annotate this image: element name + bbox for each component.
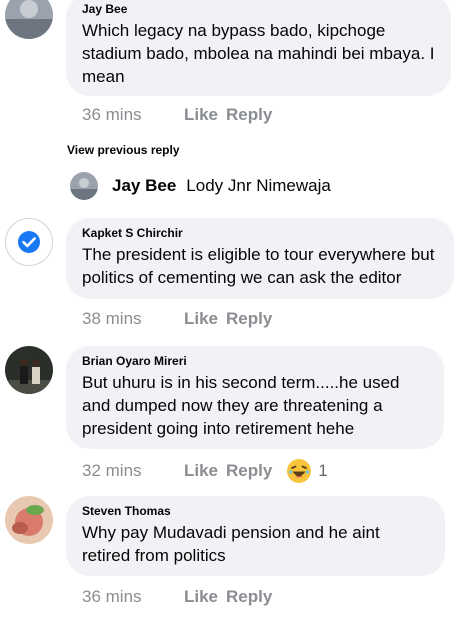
comment-text: But uhuru is in his second term.....he u…: [82, 373, 400, 438]
verified-check-icon: [18, 231, 40, 253]
view-previous-reply-link[interactable]: View previous reply: [67, 143, 180, 157]
comment-author[interactable]: Kapket S Chirchir: [82, 225, 438, 241]
comment-text: Why pay Mudavadi pension and he aint ret…: [82, 523, 380, 565]
laughing-emoji-icon: [287, 459, 312, 483]
reaction-count: 1: [318, 461, 328, 480]
avatar[interactable]: [5, 496, 53, 544]
avatar[interactable]: [5, 346, 53, 394]
comment-bubble: Brian Oyaro Mireri But uhuru is in his s…: [66, 346, 444, 449]
reply-button[interactable]: Reply: [226, 461, 272, 481]
comment-time[interactable]: 36 mins: [82, 587, 184, 607]
comment-bubble: Jay Bee Which legacy na bypass bado, kip…: [66, 0, 451, 96]
comment-time[interactable]: 32 mins: [82, 461, 184, 481]
reply-preview[interactable]: Jay Bee Lody Jnr Nimewaja: [70, 172, 331, 200]
reply-button[interactable]: Reply: [226, 309, 272, 329]
reply-button[interactable]: Reply: [226, 587, 272, 607]
reply-author[interactable]: Jay Bee: [112, 176, 176, 196]
comment-author[interactable]: Brian Oyaro Mireri: [82, 353, 428, 369]
like-button[interactable]: Like: [184, 587, 226, 607]
comment-actions: 36 mins Like Reply: [82, 587, 272, 607]
avatar[interactable]: [5, 218, 53, 266]
avatar[interactable]: [70, 172, 98, 200]
comment-time[interactable]: 38 mins: [82, 309, 184, 329]
reaction-summary[interactable]: 1: [286, 458, 328, 484]
avatar[interactable]: [5, 0, 53, 39]
comment-text: Which legacy na bypass bado, kipchoge st…: [82, 21, 435, 86]
comment-actions: 36 mins Like Reply: [82, 105, 272, 125]
comment-bubble: Kapket S Chirchir The president is eligi…: [66, 218, 454, 299]
comment-time[interactable]: 36 mins: [82, 105, 184, 125]
reply-button[interactable]: Reply: [226, 105, 272, 125]
like-button[interactable]: Like: [184, 461, 226, 481]
comment-text: The president is eligible to tour everyw…: [82, 245, 435, 287]
like-button[interactable]: Like: [184, 309, 226, 329]
comment-author[interactable]: Jay Bee: [82, 1, 435, 17]
comment-bubble: Steven Thomas Why pay Mudavadi pension a…: [66, 496, 445, 576]
comment-actions: 38 mins Like Reply: [82, 309, 272, 329]
reply-text: Lody Jnr Nimewaja: [186, 176, 331, 195]
comment-actions: 32 mins Like Reply 1: [82, 458, 328, 484]
comment-author[interactable]: Steven Thomas: [82, 503, 429, 519]
like-button[interactable]: Like: [184, 105, 226, 125]
